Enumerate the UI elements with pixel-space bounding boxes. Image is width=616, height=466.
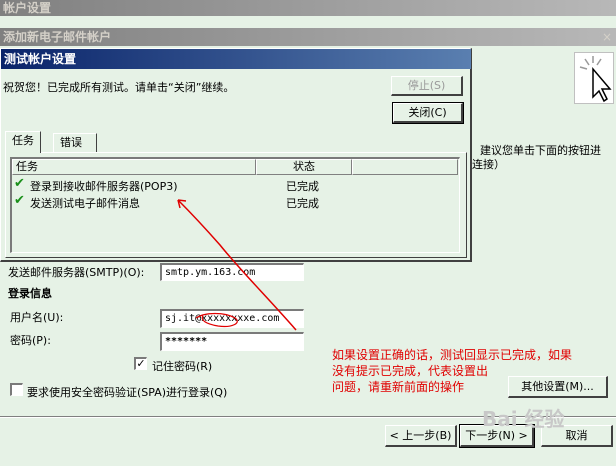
- annotation-arrow: [177, 199, 297, 331]
- tab-tasks[interactable]: 任务: [5, 131, 41, 153]
